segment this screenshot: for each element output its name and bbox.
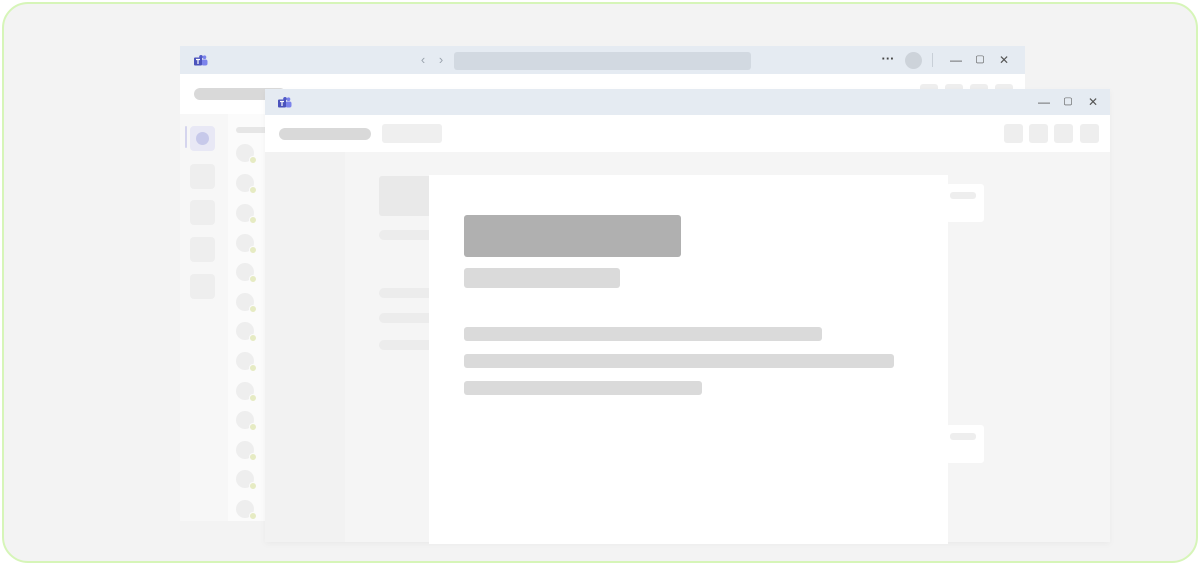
front-window-toolbar: [265, 115, 1110, 152]
avatar[interactable]: [905, 52, 922, 69]
presence-dot: [249, 394, 257, 402]
teams-logo-icon: [278, 97, 292, 109]
illustration-frame: ‹ › ··· — ▢ ✕ — ▢ ✕: [2, 2, 1198, 563]
rail-item-placeholder[interactable]: [190, 274, 215, 299]
toolbar-button-placeholder[interactable]: [1080, 124, 1099, 143]
tab-placeholder[interactable]: [382, 124, 442, 143]
presence-dot: [249, 482, 257, 490]
presence-dot: [249, 246, 257, 254]
dialog-subtitle-placeholder: [464, 268, 620, 288]
side-card-placeholder: [946, 425, 984, 463]
search-bar-placeholder[interactable]: [454, 52, 751, 70]
presence-dot: [249, 453, 257, 461]
dialog-title-placeholder: [464, 215, 681, 257]
presence-dot: [249, 186, 257, 194]
chat-icon: [196, 132, 209, 145]
presence-dot: [249, 334, 257, 342]
presence-dot: [249, 156, 257, 164]
presence-dot: [249, 512, 257, 520]
forward-arrow-icon[interactable]: ›: [435, 53, 447, 67]
toolbar-button-placeholder[interactable]: [1004, 124, 1023, 143]
dialog-text-line-placeholder: [464, 354, 894, 368]
presence-dot: [249, 275, 257, 283]
minimize-icon[interactable]: —: [1037, 95, 1051, 109]
rail-item-placeholder[interactable]: [190, 164, 215, 189]
back-arrow-icon[interactable]: ‹: [417, 53, 429, 67]
dialog-text-line-placeholder: [464, 327, 822, 341]
rail-active-indicator: [185, 126, 187, 148]
back-window-titlebar: ‹ › ··· — ▢ ✕: [180, 46, 1025, 74]
maximize-icon[interactable]: ▢: [973, 53, 987, 67]
dialog-card: [429, 175, 948, 544]
side-card-placeholder: [946, 184, 984, 222]
titlebar-divider: [932, 53, 933, 67]
rail-item-chat[interactable]: [190, 126, 215, 151]
presence-dot: [249, 423, 257, 431]
app-rail: [180, 114, 228, 521]
presence-dot: [249, 305, 257, 313]
dialog-text-line-placeholder: [464, 381, 702, 395]
window-title-placeholder: [279, 128, 371, 140]
presence-dot: [249, 216, 257, 224]
presence-dot: [249, 364, 257, 372]
toolbar-button-placeholder[interactable]: [1054, 124, 1073, 143]
maximize-icon[interactable]: ▢: [1061, 95, 1075, 109]
minimize-icon[interactable]: —: [949, 53, 963, 67]
close-icon[interactable]: ✕: [997, 53, 1011, 67]
left-pane: [265, 152, 345, 542]
more-options-icon[interactable]: ···: [880, 52, 896, 68]
rail-item-placeholder[interactable]: [190, 200, 215, 225]
front-window-titlebar: — ▢ ✕: [265, 89, 1110, 115]
teams-logo-icon: [194, 55, 208, 67]
rail-item-placeholder[interactable]: [190, 237, 215, 262]
close-icon[interactable]: ✕: [1086, 95, 1100, 109]
toolbar-button-placeholder[interactable]: [1029, 124, 1048, 143]
